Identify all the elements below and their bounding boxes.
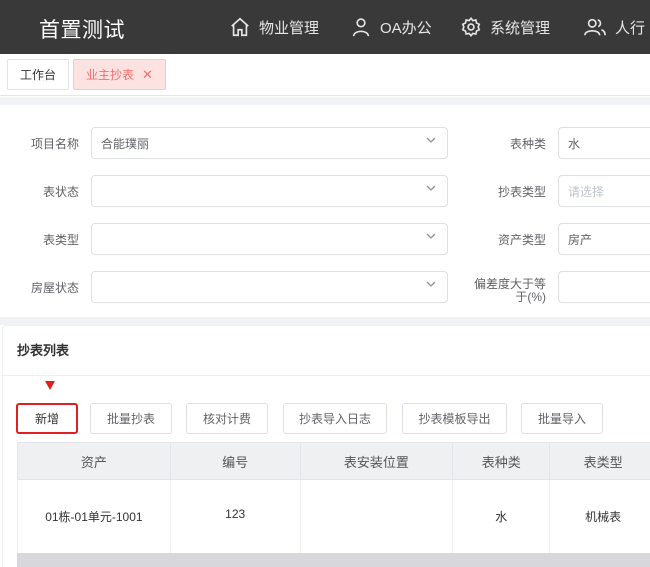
nav-label: OA办公 [380, 19, 432, 37]
horizontal-scrollbar[interactable] [17, 553, 650, 567]
verify-billing-button[interactable]: 核对计费 [186, 403, 268, 434]
asset-type-select[interactable]: 房产 [558, 223, 650, 255]
cell-meter-kind: 水 [452, 479, 551, 554]
room-status-select[interactable] [91, 271, 448, 303]
column-header-location[interactable]: 表安装位置 [299, 442, 454, 480]
project-name-label: 项目名称 [30, 137, 79, 151]
deviation-label: 偏差度大于等 于(%) [466, 278, 546, 304]
nav-label: 人行 [615, 19, 646, 37]
chevron-down-icon [426, 281, 436, 287]
meter-type-label: 表类型 [42, 233, 79, 247]
add-button[interactable]: 新增 [16, 403, 78, 434]
chevron-down-icon [426, 137, 436, 143]
project-name-value: 合能璞丽 [101, 136, 150, 151]
app-title: 首置测试 [39, 19, 125, 42]
nav-oa-office[interactable]: OA办公 [350, 14, 432, 40]
column-header-meter-kind[interactable]: 表种类 [452, 442, 551, 480]
batch-reading-button[interactable]: 批量抄表 [90, 403, 172, 434]
chevron-down-icon [426, 185, 436, 191]
nav-personnel[interactable]: 人行 [583, 14, 645, 40]
gear-icon [461, 16, 481, 38]
table-row[interactable]: 01栋-01单元-1001 123 水 机械表 [17, 479, 650, 554]
nav-property-management[interactable]: 物业管理 [229, 14, 319, 40]
list-title: 抄表列表 [17, 343, 70, 358]
tab-workbench[interactable]: 工作台 [7, 59, 70, 90]
asset-type-label: 资产类型 [497, 233, 546, 247]
template-export-button[interactable]: 抄表模板导出 [402, 403, 507, 434]
cell-asset: 01栋-01单元-1001 [17, 479, 171, 554]
table-header-row: 资产 编号 表安装位置 表种类 表类型 [17, 442, 650, 480]
deviation-label-line2: 于(%) [515, 290, 546, 304]
reading-type-label: 抄表类型 [497, 185, 546, 199]
nav-system-management[interactable]: 系统管理 [460, 14, 550, 40]
tab-bar: 工作台 业主抄表 ✕ [0, 54, 650, 96]
close-icon[interactable]: ✕ [142, 67, 153, 83]
meter-kind-label: 表种类 [509, 137, 546, 151]
top-navbar: 首置测试 物业管理 OA办公 系统管理 人行 [0, 0, 650, 54]
column-header-meter-type[interactable]: 表类型 [549, 442, 650, 480]
users-icon [584, 18, 606, 36]
meter-status-select[interactable] [91, 175, 448, 207]
home-icon [231, 17, 249, 37]
nav-label: 物业管理 [259, 19, 320, 37]
reading-type-select[interactable]: 请选择 [558, 175, 650, 207]
tab-label: 业主抄表 [86, 68, 135, 82]
pointer-arrow-icon [45, 381, 55, 390]
nav-label: 系统管理 [490, 19, 551, 37]
tab-label: 工作台 [20, 68, 57, 82]
asset-type-value: 房产 [568, 232, 593, 247]
tab-owner-meter-reading[interactable]: 业主抄表 ✕ [73, 59, 166, 90]
reading-type-placeholder: 请选择 [568, 184, 605, 199]
section-separator [0, 97, 650, 105]
room-status-label: 房屋状态 [30, 281, 79, 295]
meter-status-label: 表状态 [42, 185, 79, 199]
meter-kind-select[interactable]: 水 [558, 127, 650, 159]
meter-table: 资产 编号 表安装位置 表种类 表类型 01栋-01单元-1001 123 水 … [17, 442, 650, 554]
section-separator [0, 317, 650, 325]
meter-type-select[interactable] [91, 223, 448, 255]
cell-number: 123 [169, 479, 301, 554]
project-name-select[interactable]: 合能璞丽 [91, 127, 448, 159]
column-header-number[interactable]: 编号 [169, 442, 301, 480]
meter-kind-value: 水 [568, 136, 581, 151]
column-header-asset[interactable]: 资产 [17, 442, 171, 480]
cell-location [299, 479, 454, 554]
cell-meter-type: 机械表 [549, 479, 650, 554]
deviation-input[interactable] [558, 271, 650, 303]
batch-import-button[interactable]: 批量导入 [521, 403, 603, 434]
import-log-button[interactable]: 抄表导入日志 [283, 403, 387, 434]
user-icon [352, 18, 370, 37]
chevron-down-icon [426, 233, 436, 239]
card-divider [2, 375, 650, 376]
